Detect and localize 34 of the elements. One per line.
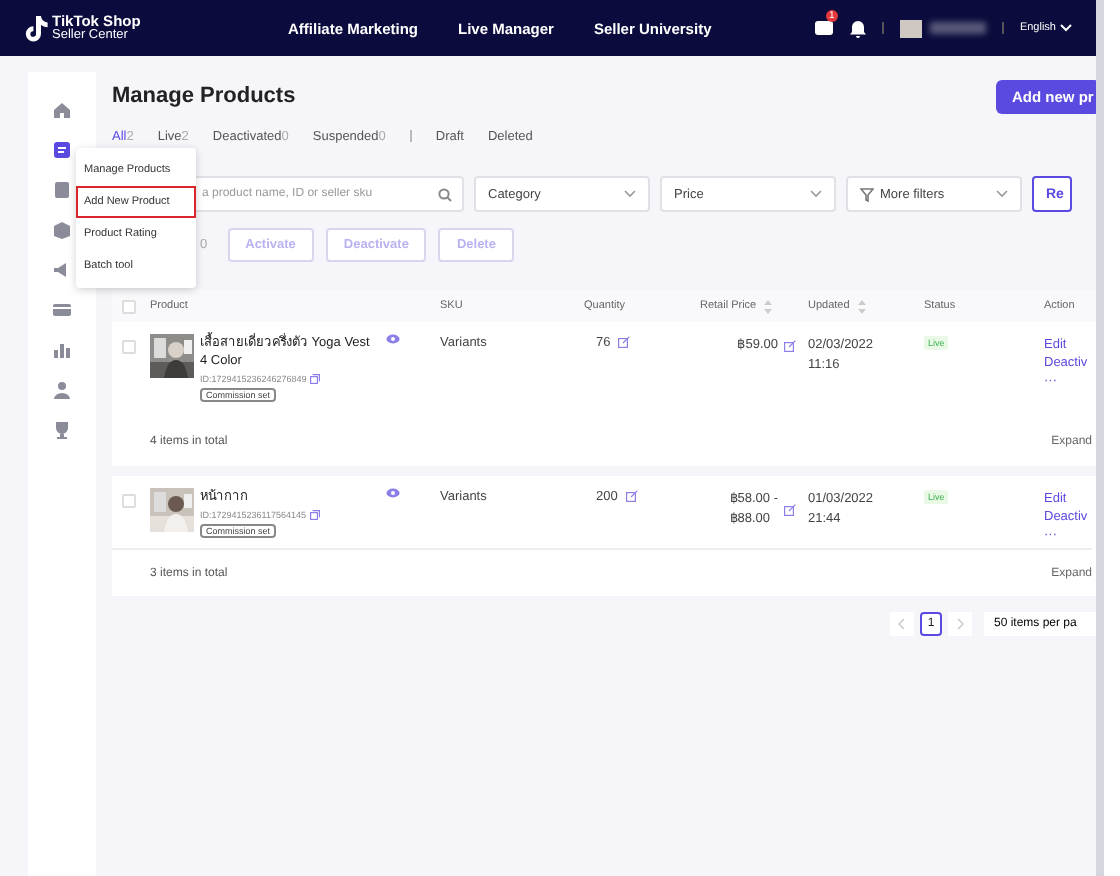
home-icon[interactable] bbox=[52, 100, 72, 120]
caret-icon bbox=[1060, 24, 1072, 32]
product-icon[interactable] bbox=[52, 140, 72, 160]
card-icon[interactable] bbox=[52, 300, 72, 320]
edit-icon[interactable] bbox=[618, 336, 631, 348]
eye-icon bbox=[386, 334, 400, 344]
copy-icon bbox=[309, 510, 320, 520]
sort-icon bbox=[764, 299, 773, 313]
filter-icon bbox=[860, 187, 874, 201]
music-note-icon bbox=[24, 14, 48, 42]
avatar[interactable] bbox=[899, 19, 922, 37]
sort-icon bbox=[857, 299, 866, 313]
chevron-down-icon bbox=[624, 190, 636, 198]
eye-icon bbox=[386, 488, 400, 498]
page-title: Manage Products bbox=[112, 84, 296, 108]
checkbox[interactable] bbox=[122, 340, 136, 354]
megaphone-icon[interactable] bbox=[52, 260, 72, 280]
checkbox[interactable] bbox=[122, 299, 136, 313]
person-icon[interactable] bbox=[52, 380, 72, 400]
scrollbar[interactable] bbox=[1096, 0, 1104, 876]
box-icon[interactable] bbox=[52, 220, 72, 240]
chevron-down-icon bbox=[996, 190, 1008, 198]
message-icon[interactable] bbox=[813, 20, 834, 36]
edit-icon[interactable] bbox=[784, 504, 796, 516]
bar-chart-icon[interactable] bbox=[52, 340, 72, 360]
blurred-name bbox=[929, 22, 986, 34]
edit-icon[interactable] bbox=[625, 490, 638, 502]
bell-icon[interactable] bbox=[849, 19, 866, 37]
edit-icon[interactable] bbox=[784, 340, 796, 352]
copy-icon bbox=[310, 374, 321, 384]
trophy-icon[interactable] bbox=[52, 420, 72, 440]
search-icon bbox=[438, 188, 452, 202]
checkbox[interactable] bbox=[122, 494, 136, 508]
chevron-down-icon bbox=[810, 190, 822, 198]
